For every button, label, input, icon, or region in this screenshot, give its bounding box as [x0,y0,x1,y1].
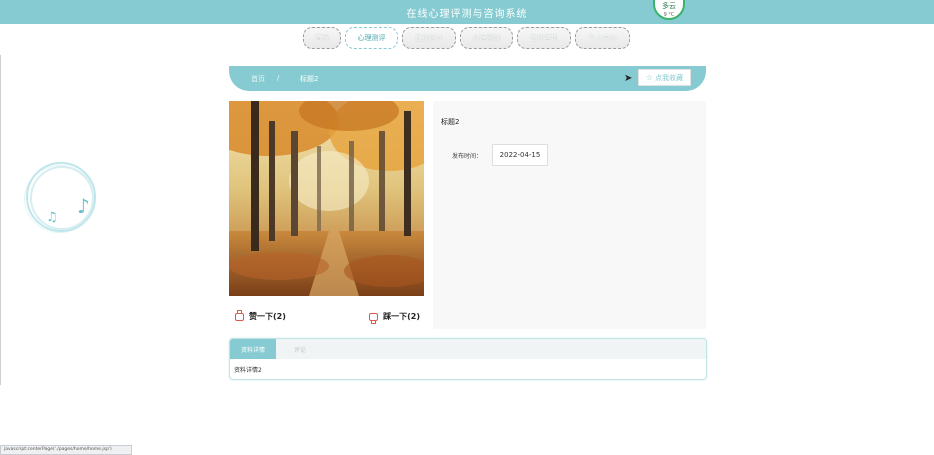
breadcrumb: 首页 / 标题2 [229,66,706,91]
breadcrumb-current: 标题2 [300,75,319,83]
main-nav: 首页 心理测评 在线设计 心理测试 在线咨询 个人中心 [303,27,630,49]
nav-item-online-design[interactable]: 在线设计 [402,27,456,49]
star-icon: ☆ [645,73,654,82]
nav-item-psych-assessment[interactable]: 心理测评 [345,27,398,49]
article-image [229,101,424,296]
music-note-icon: ♫ [46,210,58,225]
music-note-icon: ♪ [77,194,90,218]
vote-row: 赞一下(2) 踩一下(2) [229,307,424,327]
detail-tabs: 资料详情 评论 资料详情2 [229,338,707,380]
nav-item-psych-test[interactable]: 心理测试 [460,27,513,49]
nav-item-online-consult[interactable]: 在线咨询 [517,27,571,49]
dislike-label: 踩一下(2) [383,312,420,321]
left-divider [0,55,1,385]
nav-item-home[interactable]: 首页 [303,27,341,49]
tab-comments[interactable]: 评论 [284,339,316,359]
autumn-forest-image [229,101,424,296]
browser-status-bar: javascript:centerPage('./pages/home/home… [0,445,132,455]
weather-text: 多云 [662,2,676,10]
like-label: 赞一下(2) [249,312,286,321]
publish-time-label: 发布时间： [452,153,483,160]
mouse-cursor-icon: ➤ [624,73,633,84]
tab-content: 资料详情2 [234,367,262,374]
top-header-bar: 在线心理评测与咨询系统 [0,0,934,24]
tab-material-detail[interactable]: 资料详情 [230,339,276,359]
publish-time-value: 2022-04-15 [492,144,548,166]
detail-title: 标题2 [441,118,460,126]
detail-panel: 标题2 发布时间： 2022-04-15 [433,101,706,329]
breadcrumb-separator: / [277,74,280,82]
dislike-button[interactable]: 踩一下(2) [369,311,420,324]
app-window: 在线心理评测与咨询系统 多云 9 °C 首页 心理测评 在线设计 心理测试 在线… [0,0,934,455]
breadcrumb-home[interactable]: 首页 [251,74,265,84]
favorite-button[interactable]: ☆ 点我收藏 [638,69,691,86]
weather-temp: 9 °C [663,12,675,18]
site-title: 在线心理评测与咨询系统 [406,9,528,20]
nav-item-personal-center[interactable]: 个人中心 [575,27,630,49]
weather-widget[interactable]: 多云 9 °C [653,0,685,20]
music-player-widget[interactable]: ♫ ♪ [24,162,102,234]
like-button[interactable]: 赞一下(2) [235,309,286,322]
favorite-label: 点我收藏 [655,73,684,82]
thumbs-down-icon [369,312,379,324]
thumbs-up-icon [235,309,244,321]
